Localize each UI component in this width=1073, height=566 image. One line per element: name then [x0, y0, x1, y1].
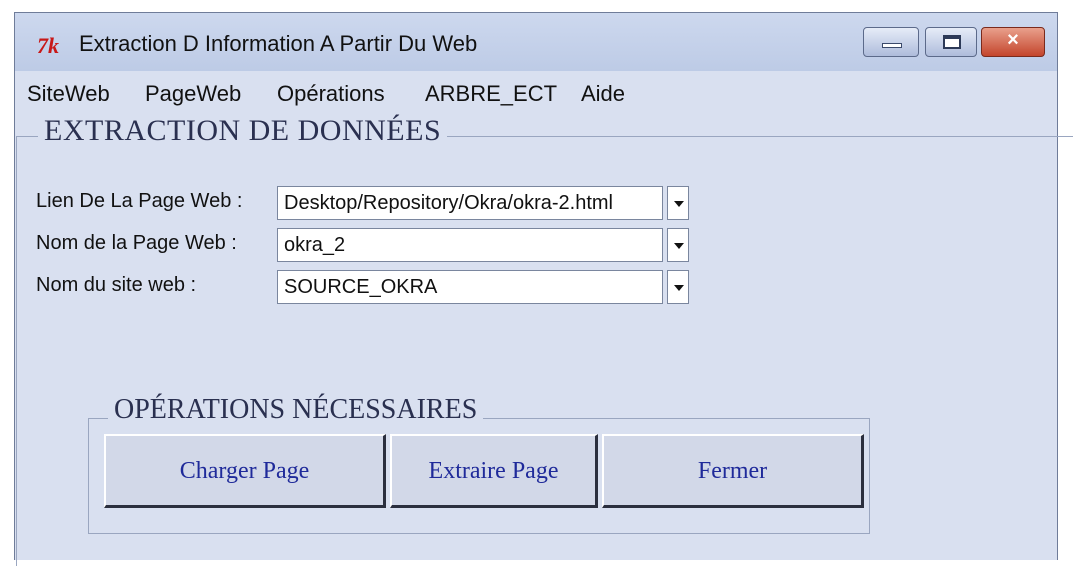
- page-link-dropdown-button[interactable]: [667, 186, 689, 220]
- menu-aide[interactable]: Aide: [581, 81, 625, 107]
- title-bar[interactable]: 7k Extraction D Information A Partir Du …: [15, 13, 1057, 72]
- site-name-dropdown-button[interactable]: [667, 270, 689, 304]
- page-link-input[interactable]: Desktop/Repository/Okra/okra-2.html: [277, 186, 663, 220]
- minimize-button[interactable]: [863, 27, 919, 57]
- menu-bar: SiteWeb PageWeb Opérations ARBRE_ECT Aid…: [15, 71, 1057, 113]
- page-link-label: Lien De La Page Web :: [36, 190, 243, 212]
- site-name-input[interactable]: SOURCE_OKRA: [277, 270, 663, 304]
- close-app-button[interactable]: Fermer: [602, 434, 864, 508]
- chevron-down-icon: [674, 243, 684, 249]
- chevron-down-icon: [674, 201, 684, 207]
- chevron-down-icon: [674, 285, 684, 291]
- load-page-button[interactable]: Charger Page: [104, 434, 386, 508]
- maximize-button[interactable]: [925, 27, 977, 57]
- page-name-input[interactable]: okra_2: [277, 228, 663, 262]
- tk-app-icon: 7k: [37, 33, 59, 58]
- menu-arbre-ect[interactable]: ARBRE_ECT: [425, 81, 557, 107]
- extraction-group-title: EXTRACTION DE DONNÉES: [38, 114, 448, 148]
- maximize-icon: [943, 35, 961, 49]
- window-title: Extraction D Information A Partir Du Web: [79, 31, 478, 56]
- site-name-label: Nom du site web :: [36, 274, 197, 296]
- page-name-label: Nom de la Page Web :: [36, 232, 237, 254]
- close-icon: ×: [1007, 29, 1019, 51]
- menu-siteweb[interactable]: SiteWeb: [27, 81, 110, 107]
- menu-pageweb[interactable]: PageWeb: [145, 81, 241, 107]
- page-name-dropdown-button[interactable]: [667, 228, 689, 262]
- operations-group-title: OPÉRATIONS NÉCESSAIRES: [108, 394, 484, 426]
- minimize-icon: [882, 43, 902, 48]
- menu-operations[interactable]: Opérations: [277, 81, 385, 107]
- extract-page-button[interactable]: Extraire Page: [390, 434, 598, 508]
- close-button[interactable]: ×: [981, 27, 1045, 57]
